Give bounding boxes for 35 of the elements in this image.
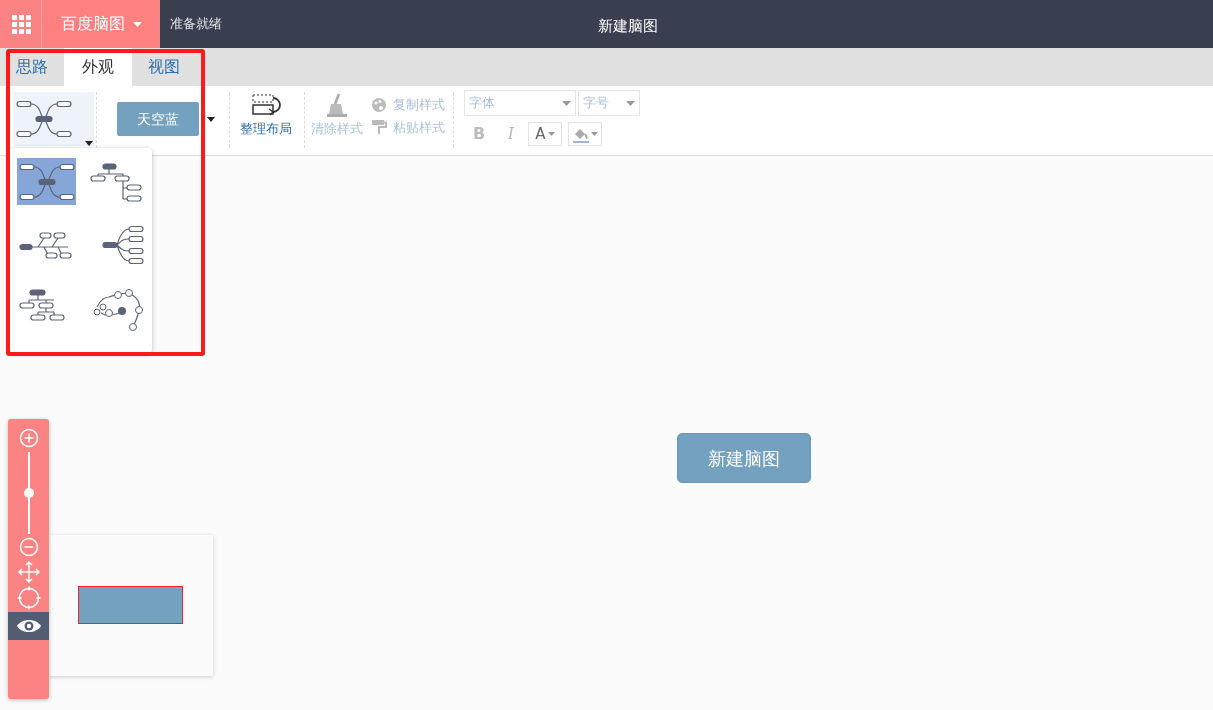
app-menu-button[interactable]: 百度脑图 bbox=[42, 0, 160, 48]
font-color-button[interactable]: A bbox=[528, 122, 562, 146]
eye-icon bbox=[15, 618, 42, 634]
zoom-slider-thumb[interactable] bbox=[23, 488, 34, 498]
template-option[interactable] bbox=[17, 158, 76, 205]
layout-icon bbox=[251, 92, 281, 118]
crosshair-icon bbox=[16, 586, 41, 610]
caret-icon bbox=[132, 21, 142, 27]
zoom-out-icon bbox=[18, 537, 39, 557]
arrange-layout-button[interactable]: 整理布局 bbox=[240, 92, 292, 139]
grid-icon bbox=[10, 14, 31, 34]
palette-icon bbox=[371, 96, 387, 113]
font-size-select[interactable]: 字号 bbox=[578, 90, 640, 116]
caret-icon bbox=[207, 116, 215, 122]
font-select[interactable]: 字体 bbox=[464, 90, 576, 116]
caret-icon bbox=[547, 132, 555, 136]
caret-icon bbox=[591, 132, 598, 136]
caret-icon bbox=[85, 141, 93, 146]
navigator-toggle[interactable] bbox=[8, 612, 49, 640]
caret-icon bbox=[626, 100, 635, 106]
bold-button[interactable]: B bbox=[464, 122, 494, 146]
fill-color-button[interactable] bbox=[568, 122, 602, 146]
theme-button[interactable]: 天空蓝 bbox=[117, 102, 199, 136]
caret-icon bbox=[562, 100, 571, 106]
move-icon bbox=[17, 561, 40, 583]
status-text: 准备就绪 bbox=[170, 15, 222, 34]
ribbon-tab[interactable]: 思路 bbox=[0, 48, 64, 86]
zoom-in-icon bbox=[18, 428, 39, 448]
root-node[interactable]: 新建脑图 bbox=[677, 433, 811, 483]
template-selector[interactable] bbox=[14, 92, 94, 146]
ribbon-tab[interactable]: 视图 bbox=[132, 48, 196, 86]
italic-button[interactable]: I bbox=[496, 122, 526, 146]
document-title: 新建脑图 bbox=[598, 16, 658, 37]
broom-icon bbox=[325, 92, 349, 118]
paint-roller-icon bbox=[371, 119, 387, 136]
